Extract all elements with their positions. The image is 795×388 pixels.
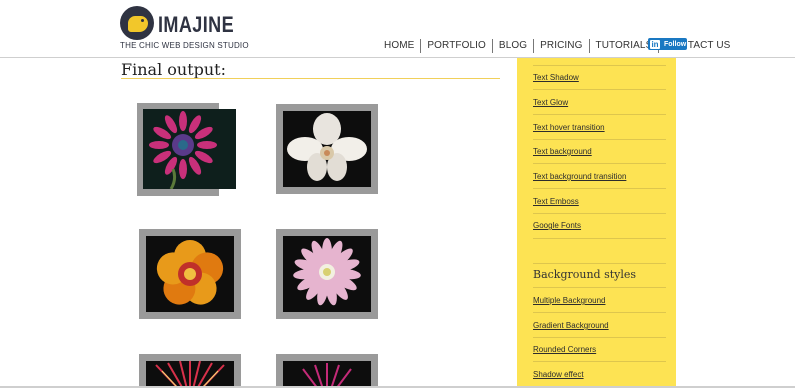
sidebar-divider (533, 213, 666, 214)
nav-blog[interactable]: BLOG (491, 39, 533, 53)
sidebar-divider (533, 139, 666, 140)
sidebar-link-text-hover-transition[interactable]: Text hover transition (533, 123, 605, 132)
sidebar-link-text-background[interactable]: Text background (533, 147, 592, 156)
sidebar-divider (533, 238, 666, 239)
logo-bird-icon[interactable] (120, 6, 154, 40)
sidebar-link-google-fonts[interactable]: Google Fonts (533, 221, 581, 230)
sidebar-link-text-glow[interactable]: Text Glow (533, 98, 568, 107)
white-orchid-image (287, 113, 367, 181)
flower-image (146, 361, 234, 387)
sidebar-link-gradient-background[interactable]: Gradient Background (533, 321, 609, 330)
flower-image (283, 236, 371, 312)
flower-image (146, 236, 234, 312)
flower-thumbnail-red-spiky[interactable] (139, 354, 241, 388)
logo-name[interactable]: IMAJINE (158, 12, 234, 38)
linkedin-icon: in (650, 39, 660, 49)
sidebar-divider (533, 337, 666, 338)
magenta-spiky-flower-image (302, 363, 352, 387)
sidebar-divider (533, 89, 666, 90)
flower-image (283, 361, 371, 387)
sidebar-divider (533, 114, 666, 115)
sidebar-link-text-emboss[interactable]: Text Emboss (533, 197, 579, 206)
orange-poppy-image (156, 240, 224, 305)
sidebar-divider (533, 65, 666, 66)
title-divider (121, 78, 500, 79)
sidebar-divider (533, 287, 666, 288)
sidebar-divider (533, 188, 666, 189)
sidebar-link-multiple-background[interactable]: Multiple Background (533, 296, 605, 305)
page-title: Final output: (121, 60, 226, 79)
flower-thumbnail-pink-daisy[interactable] (137, 103, 236, 196)
sidebar-divider (533, 263, 666, 264)
sidebar-divider (533, 163, 666, 164)
sidebar-divider (533, 361, 666, 362)
flower-thumbnail-white-orchid[interactable] (276, 104, 378, 194)
sidebar-link-rounded-corners[interactable]: Rounded Corners (533, 345, 596, 354)
logo-tagline: THE CHIC WEB DESIGN STUDIO (120, 41, 249, 50)
nav-pricing[interactable]: PRICING (533, 39, 588, 53)
flower-thumbnail-pink-cactus-flower[interactable] (276, 229, 378, 319)
sidebar-divider (533, 312, 666, 313)
flower-thumbnail-magenta-spiky[interactable] (276, 354, 378, 388)
sidebar-link-text-background-transition[interactable]: Text background transition (533, 172, 626, 181)
flower-image (283, 111, 371, 187)
nav-portfolio[interactable]: PORTFOLIO (420, 39, 492, 53)
sidebar: Text Shadow Text Glow Text hover transit… (517, 58, 676, 388)
flower-image (143, 109, 236, 189)
red-spiky-flower-image (155, 361, 225, 387)
sidebar-section-heading: Background styles (533, 268, 637, 281)
pink-daisy-image (149, 111, 217, 189)
sidebar-link-shadow-effect[interactable]: Shadow effect (533, 370, 584, 379)
follow-label: Follow (664, 40, 687, 48)
flower-thumbnail-orange-poppy[interactable] (139, 229, 241, 319)
linkedin-follow-button[interactable]: in Follow (648, 38, 687, 50)
nav-home[interactable]: HOME (380, 39, 420, 53)
sidebar-link-text-shadow[interactable]: Text Shadow (533, 73, 579, 82)
site-header: IMAJINE THE CHIC WEB DESIGN STUDIO HOME … (0, 0, 795, 58)
pink-cactus-flower-image (293, 238, 361, 306)
